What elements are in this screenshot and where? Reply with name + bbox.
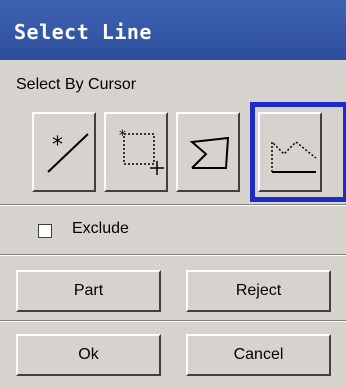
pick-single-icon: * (47, 133, 89, 173)
chain-select-icon (271, 140, 317, 173)
svg-text:*: * (52, 133, 63, 158)
box-select-tool-button[interactable]: * (104, 112, 168, 192)
ok-button[interactable]: Ok (16, 334, 161, 376)
exclude-checkbox[interactable] (38, 224, 52, 238)
window-title: Select Line (14, 20, 152, 44)
polygon-select-icon (189, 136, 230, 169)
separator (0, 320, 346, 322)
select-line-dialog: Select Line Select By Cursor * * Exclude… (0, 0, 346, 388)
svg-text:*: * (119, 128, 126, 144)
pick-single-tool-button[interactable]: * (32, 112, 96, 192)
title-bar[interactable]: Select Line (0, 0, 346, 60)
separator (0, 204, 346, 206)
box-select-icon: * (119, 128, 164, 175)
polygon-select-tool-button[interactable] (176, 112, 240, 192)
part-button[interactable]: Part (16, 270, 161, 312)
reject-button[interactable]: Reject (186, 270, 331, 312)
select-by-cursor-label: Select By Cursor (16, 76, 137, 93)
chain-select-tool-button[interactable] (258, 112, 322, 192)
cancel-button[interactable]: Cancel (186, 334, 331, 376)
exclude-label: Exclude (72, 220, 129, 237)
separator (0, 254, 346, 256)
